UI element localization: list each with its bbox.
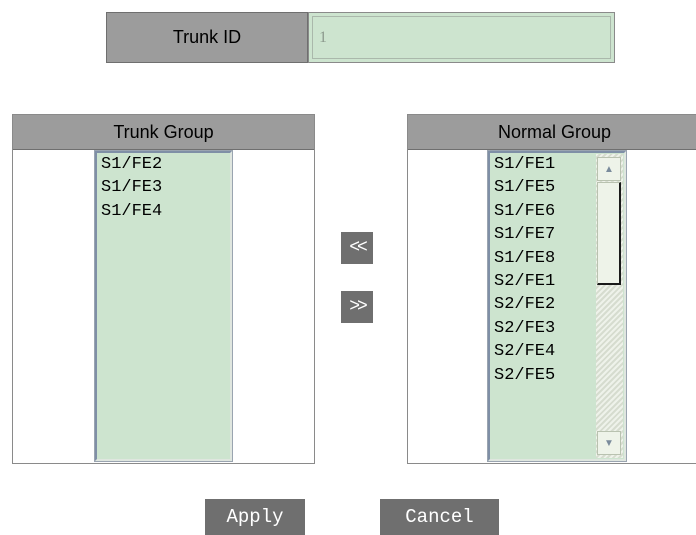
arrow-up-icon[interactable]: ▲	[597, 157, 621, 181]
trunk-group-list: S1/FE2 S1/FE3 S1/FE4	[97, 153, 230, 223]
cancel-button-label: Cancel	[405, 506, 474, 528]
normal-group-header: Normal Group	[408, 115, 696, 150]
apply-button-label: Apply	[226, 506, 284, 528]
trunk-id-input[interactable]	[312, 16, 611, 59]
trunk-group-listbox[interactable]: S1/FE2 S1/FE3 S1/FE4	[94, 150, 233, 462]
apply-button[interactable]: Apply	[205, 499, 305, 535]
trunk-id-label: Trunk ID	[106, 12, 308, 63]
trunk-id-label-text: Trunk ID	[172, 27, 242, 47]
normal-group-listbox[interactable]: S1/FE1 S1/FE5 S1/FE6 S1/FE7 S1/FE8 S2/FE1 S2/F…	[487, 150, 627, 462]
cancel-button[interactable]: Cancel	[380, 499, 499, 535]
list-item[interactable]: S1/FE4	[101, 200, 230, 223]
normal-group-scrollbar[interactable]: ▲ ▼	[596, 154, 623, 458]
normal-group-title: Normal Group	[497, 121, 612, 142]
remove-from-trunk-button[interactable]: >>	[341, 291, 373, 323]
add-to-trunk-button[interactable]: <<	[341, 232, 373, 264]
list-item[interactable]: S1/FE2	[101, 153, 230, 176]
remove-from-trunk-label: >>	[349, 297, 368, 317]
trunk-group-title: Trunk Group	[113, 121, 214, 142]
add-to-trunk-label: <<	[349, 238, 368, 258]
list-item[interactable]: S1/FE3	[101, 176, 230, 199]
trunk-group-header: Trunk Group	[13, 115, 314, 150]
arrow-down-icon[interactable]: ▼	[597, 431, 621, 455]
scrollbar-thumb[interactable]	[597, 182, 621, 285]
trunk-id-field-wrapper	[308, 12, 615, 63]
